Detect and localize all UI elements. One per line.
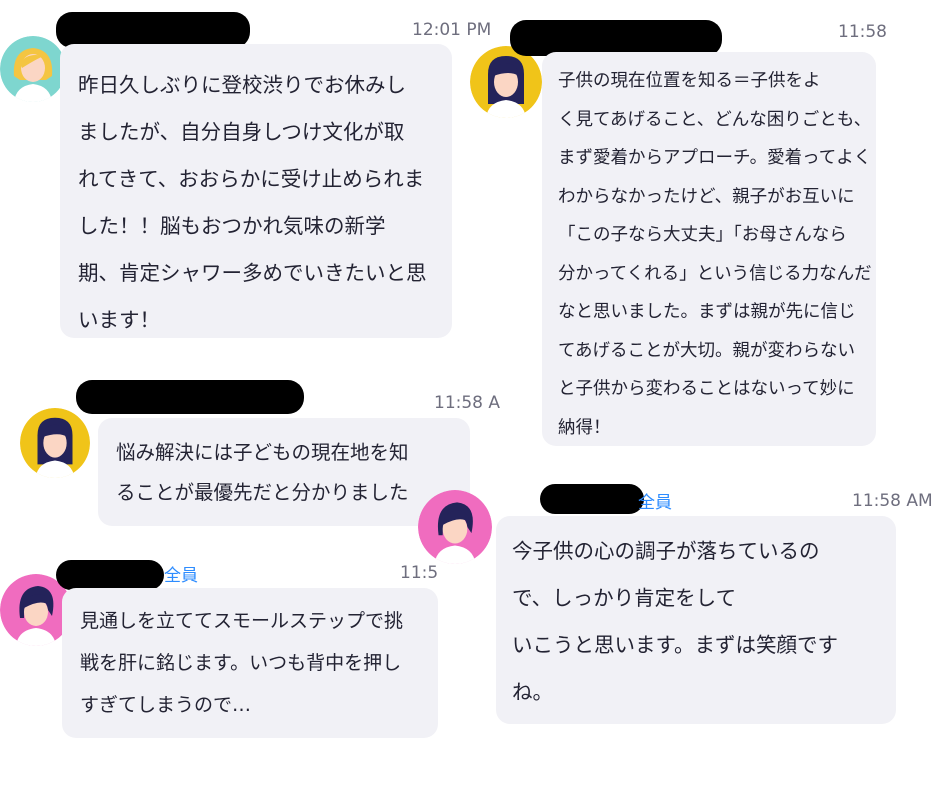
message-text-line: まず愛着からアプローチ。愛着ってよく: [558, 148, 872, 168]
message-bubble: 子供の現在位置を知る＝子供をよ く見てあげること、どんな困りごとも、 まず愛着か…: [542, 52, 876, 446]
short-hair-woman-avatar-icon: [418, 490, 492, 564]
message-text-line: ね。: [512, 680, 553, 704]
user-avatar[interactable]: [470, 46, 542, 118]
redacted-sender-name: [510, 20, 722, 56]
message-text-line: と子供から変わることはないって妙に: [558, 379, 855, 399]
message-text-line: 「この子なら大丈夫」「お母さんなら: [558, 225, 847, 245]
message-text-line: で、しっかり肯定をして: [512, 586, 737, 610]
message-text-line: 今子供の心の調子が落ちているの: [512, 539, 820, 563]
message-bubble: 見通しを立ててスモールステップで挑 戦を肝に銘じます。いつも背中を押し すぎてし…: [62, 588, 438, 738]
message-bubble: 昨日久しぶりに登校渋りでお休みし ましたが、自分自身しつけ文化が取 れてきて、お…: [60, 44, 452, 338]
dark-hair-woman-avatar-icon: [20, 408, 90, 478]
message-bubble: 悩み解決には子どもの現在地を知 ることが最優先だと分かりました: [98, 418, 470, 526]
message-timestamp: 11:58 AM: [852, 491, 933, 511]
recipient-label[interactable]: 全員: [638, 488, 672, 513]
message-text-line: した！！脳もおつかれ気味の新学: [78, 214, 386, 238]
user-avatar[interactable]: [418, 490, 492, 564]
user-avatar[interactable]: [0, 36, 66, 102]
blonde-woman-avatar-icon: [0, 36, 66, 102]
redacted-sender-name: [540, 484, 644, 514]
message-timestamp: 11:58 A: [434, 393, 501, 413]
message-text-line: なと思いました。まずは親が先に信じ: [558, 302, 856, 322]
message-text-line: く見てあげること、どんな困りごとも、: [558, 109, 872, 130]
message-text-line: 納得！: [558, 417, 611, 438]
message-text-line: 分かってくれる」という信じる力なんだ: [558, 263, 872, 284]
message-text-line: わからなかったけど、親子がお互いに: [558, 186, 855, 207]
message-text-line: てあげることが大切。親が変わらない: [558, 340, 855, 361]
message-bubble: 今子供の心の調子が落ちているの で、しっかり肯定をして いこうと思います。まずは…: [496, 516, 896, 724]
message-text-line: 昨日久しぶりに登校渋りでお休みし: [78, 73, 406, 97]
message-timestamp: 12:01 PM: [412, 20, 492, 40]
redacted-sender-name: [76, 380, 304, 414]
message-text-line: 期、肯定シャワー多めでいきたいと思: [78, 261, 427, 285]
dark-hair-woman-avatar-icon: [470, 46, 542, 118]
message-timestamp: 11:5: [400, 563, 439, 583]
message-text-line: 見通しを立ててスモールステップで挑: [80, 610, 404, 632]
message-text-line: ることが最優先だと分かりました: [116, 481, 409, 504]
message-text-line: います！: [78, 308, 160, 332]
message-text-line: すぎてしまうので…: [80, 694, 252, 716]
recipient-label[interactable]: 全員: [164, 561, 198, 586]
message-text-line: ましたが、自分自身しつけ文化が取: [78, 120, 405, 144]
message-text-line: 戦を肝に銘じます。いつも背中を押し: [80, 652, 402, 674]
message-text-line: 悩み解決には子どもの現在地を知: [116, 441, 409, 464]
message-text-line: 子供の現在位置を知る＝子供をよ: [558, 71, 821, 91]
redacted-sender-name: [56, 560, 164, 590]
redacted-sender-name: [56, 12, 250, 48]
message-text-line: れてきて、おおらかに受け止められま: [78, 167, 425, 191]
user-avatar[interactable]: [20, 408, 90, 478]
message-text-line: いこうと思います。まずは笑顔です: [512, 633, 838, 657]
message-timestamp: 11:58: [838, 22, 887, 38]
